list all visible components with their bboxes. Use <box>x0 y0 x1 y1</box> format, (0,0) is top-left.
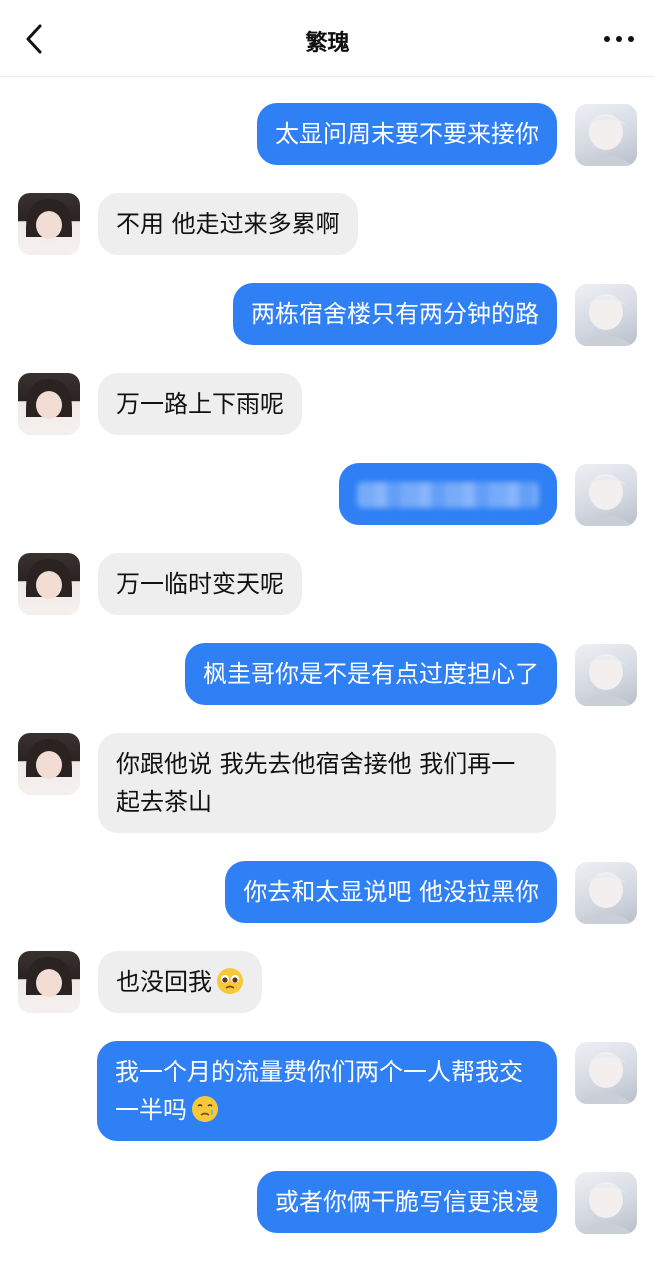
message-text: 你跟他说 我先去他宿舍接他 我们再一起去茶山 <box>116 750 516 816</box>
message-text: 万一临时变天呢 <box>116 570 284 598</box>
blurred-message-text <box>357 482 539 508</box>
incoming-message-bubble[interactable]: 你跟他说 我先去他宿舍接他 我们再一起去茶山 <box>98 733 556 833</box>
message-row: 两栋宿舍楼只有两分钟的路 <box>0 283 655 347</box>
message-row: 万一路上下雨呢 <box>0 373 655 437</box>
message-row: 枫圭哥你是不是有点过度担心了 <box>0 643 655 707</box>
incoming-message-bubble[interactable]: 万一临时变天呢 <box>98 553 302 615</box>
incoming-message-bubble[interactable]: 不用 他走过来多累啊 <box>98 193 358 255</box>
contact-avatar[interactable] <box>18 193 80 255</box>
pleading-face-emoji <box>217 968 243 994</box>
my-avatar[interactable] <box>575 284 637 346</box>
message-row: 太显问周末要不要来接你 <box>0 103 655 167</box>
message-text: 两栋宿舍楼只有两分钟的路 <box>251 300 539 328</box>
message-text: 我一个月的流量费你们两个一人帮我交一半吗 <box>115 1058 523 1124</box>
outgoing-message-bubble-blurred[interactable] <box>339 463 557 525</box>
message-row: 不用 他走过来多累啊 <box>0 193 655 257</box>
my-avatar[interactable] <box>575 644 637 706</box>
message-row: 你跟他说 我先去他宿舍接他 我们再一起去茶山 <box>0 733 655 835</box>
message-text: 万一路上下雨呢 <box>116 390 284 418</box>
contact-avatar[interactable] <box>18 733 80 795</box>
outgoing-message-bubble[interactable]: 两栋宿舍楼只有两分钟的路 <box>233 283 557 345</box>
chat-header: 繁瑰 <box>0 0 655 77</box>
outgoing-message-bubble[interactable]: 我一个月的流量费你们两个一人帮我交一半吗 <box>97 1041 557 1141</box>
message-row: 或者你俩干脆写信更浪漫 <box>0 1171 655 1235</box>
message-list[interactable]: 太显问周末要不要来接你 不用 他走过来多累啊 两栋宿舍楼只有两分钟的路 万一路上… <box>0 77 655 1280</box>
outgoing-message-bubble[interactable]: 太显问周末要不要来接你 <box>257 103 557 165</box>
my-avatar[interactable] <box>575 862 637 924</box>
message-row: 你去和太显说吧 他没拉黑你 <box>0 861 655 925</box>
message-row <box>0 463 655 527</box>
more-options-button[interactable] <box>599 24 639 54</box>
contact-avatar[interactable] <box>18 553 80 615</box>
incoming-message-bubble[interactable]: 也没回我 <box>98 951 262 1013</box>
message-text: 或者你俩干脆写信更浪漫 <box>275 1188 539 1216</box>
contact-avatar[interactable] <box>18 373 80 435</box>
message-row: 万一临时变天呢 <box>0 553 655 617</box>
outgoing-message-bubble[interactable]: 或者你俩干脆写信更浪漫 <box>257 1171 557 1233</box>
outgoing-message-bubble[interactable]: 枫圭哥你是不是有点过度担心了 <box>185 643 557 705</box>
message-row: 也没回我 <box>0 951 655 1015</box>
message-text: 不用 他走过来多累啊 <box>116 210 340 238</box>
message-text: 枫圭哥你是不是有点过度担心了 <box>203 660 539 688</box>
message-text: 你去和太显说吧 他没拉黑你 <box>243 878 539 906</box>
my-avatar[interactable] <box>575 464 637 526</box>
page-title: 繁瑰 <box>305 31 350 56</box>
message-text: 也没回我 <box>116 968 212 996</box>
my-avatar[interactable] <box>575 104 637 166</box>
message-row: 我一个月的流量费你们两个一人帮我交一半吗 <box>0 1041 655 1143</box>
more-horizontal-icon <box>604 36 634 42</box>
message-text: 太显问周末要不要来接你 <box>275 120 539 148</box>
my-avatar[interactable] <box>575 1042 637 1104</box>
outgoing-message-bubble[interactable]: 你去和太显说吧 他没拉黑你 <box>225 861 557 923</box>
my-avatar[interactable] <box>575 1172 637 1234</box>
incoming-message-bubble[interactable]: 万一路上下雨呢 <box>98 373 302 435</box>
crying-face-emoji <box>192 1096 218 1122</box>
contact-avatar[interactable] <box>18 951 80 1013</box>
